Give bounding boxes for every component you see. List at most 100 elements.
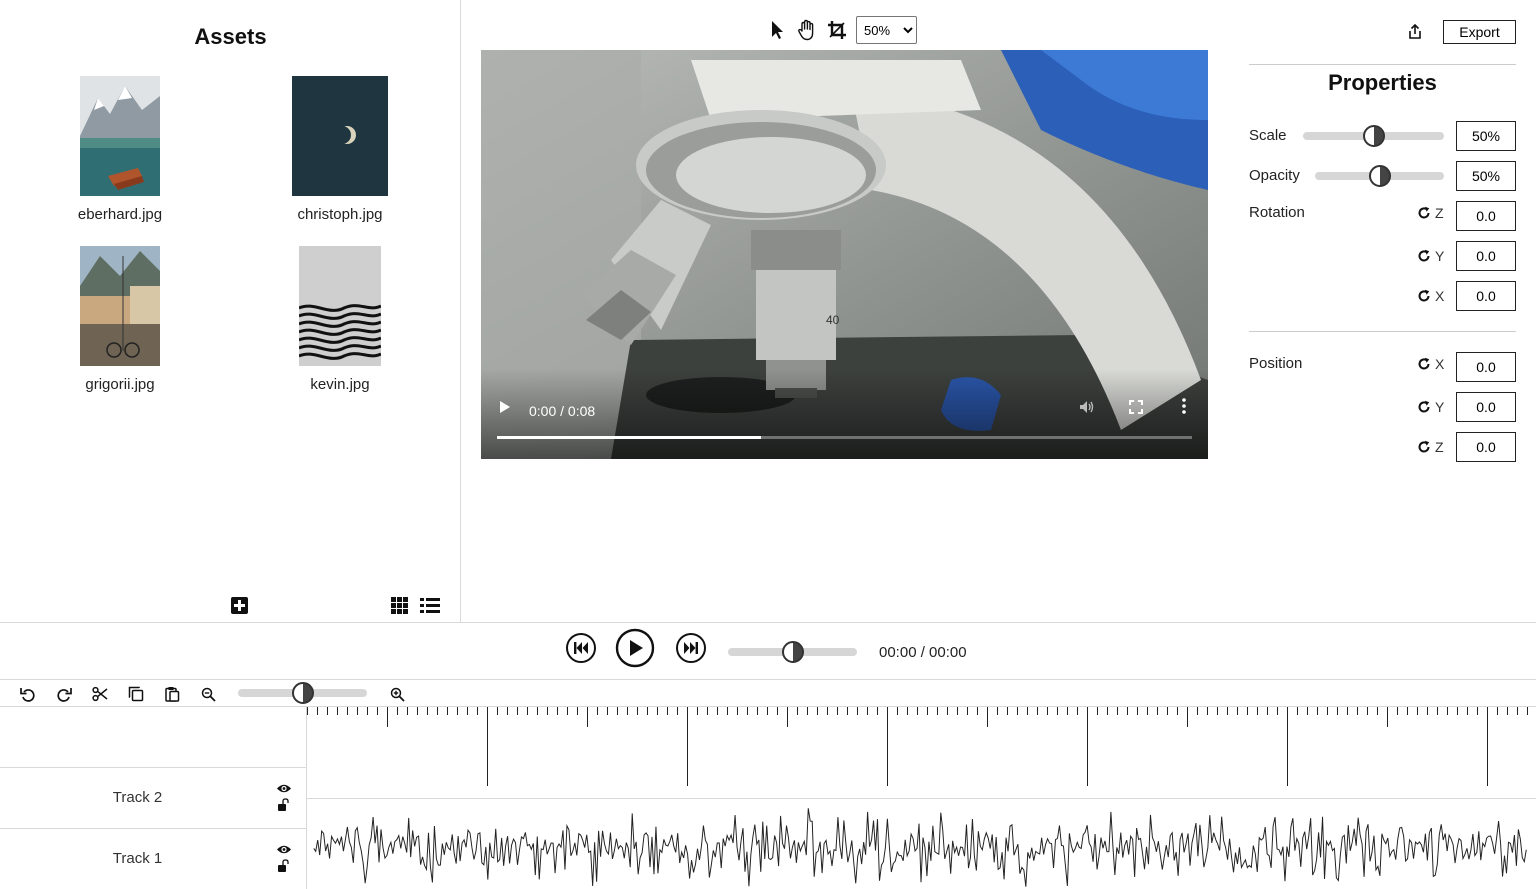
zoom-in-button[interactable] bbox=[388, 685, 406, 703]
fullscreen-button[interactable] bbox=[1129, 400, 1143, 419]
add-icon bbox=[231, 597, 248, 614]
opacity-slider[interactable] bbox=[1315, 165, 1444, 187]
timeline-zoom-slider[interactable] bbox=[238, 682, 367, 704]
axis-label: Y bbox=[1435, 248, 1445, 264]
zoom-select[interactable]: 50% bbox=[856, 16, 917, 44]
properties-panel: Export Properties Scale Opacity Rotation… bbox=[1229, 0, 1536, 622]
add-asset-button[interactable] bbox=[230, 596, 249, 620]
rotation-z-axis: Z bbox=[1417, 205, 1444, 221]
rotation-y-field[interactable] bbox=[1456, 241, 1516, 271]
export-button[interactable]: Export bbox=[1443, 20, 1516, 44]
video-play-button[interactable] bbox=[499, 400, 511, 419]
asset-name: grigorii.jpg bbox=[85, 376, 155, 393]
timeline-ruler[interactable] bbox=[307, 707, 1536, 798]
track-name: Track 2 bbox=[112, 789, 163, 806]
rotation-x-field[interactable] bbox=[1456, 281, 1516, 311]
asset-name: christoph.jpg bbox=[297, 206, 383, 223]
position-y-axis: Y bbox=[1417, 399, 1444, 415]
video-time: 0:00 / 0:08 bbox=[529, 403, 596, 419]
asset-christoph[interactable]: christoph.jpg bbox=[240, 76, 440, 223]
divider bbox=[1249, 64, 1516, 65]
more-vertical-icon bbox=[1182, 398, 1186, 414]
skip-back-button[interactable] bbox=[565, 632, 597, 669]
visibility-eye-icon[interactable] bbox=[276, 783, 292, 794]
scale-label: Scale bbox=[1249, 127, 1287, 144]
asset-name: kevin.jpg bbox=[310, 376, 370, 393]
lock-icon[interactable] bbox=[277, 798, 290, 813]
opacity-field[interactable] bbox=[1456, 161, 1516, 191]
lock-icon[interactable] bbox=[277, 859, 290, 874]
copy-button[interactable] bbox=[127, 685, 145, 703]
mute-button[interactable] bbox=[1079, 400, 1095, 419]
copy-icon bbox=[128, 686, 144, 702]
pointer-icon bbox=[772, 21, 783, 39]
zoom-out-icon bbox=[201, 687, 216, 702]
waveform-path bbox=[313, 808, 1527, 887]
crop-tool-button[interactable] bbox=[826, 18, 848, 42]
grid-view-button[interactable] bbox=[390, 596, 409, 620]
timeline-zoom-thumb[interactable] bbox=[291, 682, 314, 704]
play-button[interactable] bbox=[615, 628, 655, 673]
scale-slider[interactable] bbox=[1303, 125, 1444, 147]
scale-field[interactable] bbox=[1456, 121, 1516, 151]
list-view-button[interactable] bbox=[419, 596, 441, 620]
track-header[interactable]: Track 2 bbox=[0, 767, 307, 828]
visibility-eye-icon[interactable] bbox=[276, 844, 292, 855]
asset-kevin[interactable]: kevin.jpg bbox=[240, 246, 440, 393]
rotate-icon bbox=[1418, 357, 1430, 370]
redo-icon bbox=[57, 688, 72, 702]
position-z-field[interactable] bbox=[1456, 432, 1516, 462]
asset-thumbnail bbox=[80, 246, 160, 366]
axis-label: X bbox=[1435, 356, 1445, 372]
position-z-axis: Z bbox=[1417, 439, 1444, 455]
rotate-icon bbox=[1418, 440, 1430, 453]
video-player[interactable]: 40 0:00 / 0:08 bbox=[481, 50, 1208, 459]
preview-toolbar: 50% bbox=[766, 16, 917, 44]
svg-text:40: 40 bbox=[826, 313, 840, 327]
position-x-axis: X bbox=[1417, 356, 1444, 372]
video-editor: Assets eberhard.jpg christoph.jpg grigor… bbox=[0, 0, 1536, 889]
volume-icon bbox=[1080, 401, 1094, 413]
skip-back-icon bbox=[566, 633, 596, 663]
undo-button[interactable] bbox=[19, 685, 37, 703]
zoom-in-icon bbox=[390, 687, 405, 702]
asset-eberhard[interactable]: eberhard.jpg bbox=[20, 76, 220, 223]
position-x-field[interactable] bbox=[1456, 352, 1516, 382]
skip-forward-button[interactable] bbox=[675, 632, 707, 669]
cut-button[interactable] bbox=[91, 685, 109, 703]
redo-button[interactable] bbox=[55, 685, 73, 703]
playback-scrubber[interactable] bbox=[728, 641, 857, 663]
playback-time: 00:00 / 00:00 bbox=[879, 644, 967, 661]
scissors-icon bbox=[92, 686, 108, 702]
rotate-icon bbox=[1418, 400, 1430, 413]
position-y-field[interactable] bbox=[1456, 392, 1516, 422]
track-name: Track 1 bbox=[112, 850, 163, 867]
assets-title: Assets bbox=[194, 24, 267, 49]
asset-thumbnail bbox=[299, 246, 381, 366]
undo-icon bbox=[20, 688, 35, 702]
grid-view-icon bbox=[391, 597, 408, 614]
hand-tool-button[interactable] bbox=[796, 18, 818, 42]
divider bbox=[1249, 331, 1516, 332]
audio-waveform-clip[interactable] bbox=[307, 798, 1536, 889]
zoom-out-button[interactable] bbox=[199, 685, 217, 703]
track-header[interactable]: Track 1 bbox=[0, 828, 307, 889]
asset-grigorii[interactable]: grigorii.jpg bbox=[20, 246, 220, 393]
timeline-toolbar bbox=[0, 680, 1536, 707]
rotation-z-field[interactable] bbox=[1456, 201, 1516, 231]
video-menu-button[interactable] bbox=[1181, 398, 1187, 419]
fullscreen-icon bbox=[1129, 400, 1143, 414]
playback-scrubber-thumb[interactable] bbox=[781, 641, 804, 663]
rotate-icon bbox=[1418, 206, 1430, 219]
video-progress-fill bbox=[497, 436, 762, 439]
pointer-tool-button[interactable] bbox=[766, 18, 788, 42]
properties-title: Properties bbox=[1328, 70, 1437, 95]
scale-slider-thumb[interactable] bbox=[1362, 125, 1385, 147]
video-progress-bar[interactable] bbox=[497, 436, 1192, 439]
paste-button[interactable] bbox=[163, 685, 181, 703]
share-button[interactable] bbox=[1405, 22, 1425, 42]
opacity-slider-thumb[interactable] bbox=[1368, 165, 1391, 187]
asset-name: eberhard.jpg bbox=[77, 206, 163, 223]
track-headers: Track 2 Track 1 bbox=[0, 707, 307, 889]
transport-bar: 00:00 / 00:00 bbox=[0, 622, 1536, 680]
